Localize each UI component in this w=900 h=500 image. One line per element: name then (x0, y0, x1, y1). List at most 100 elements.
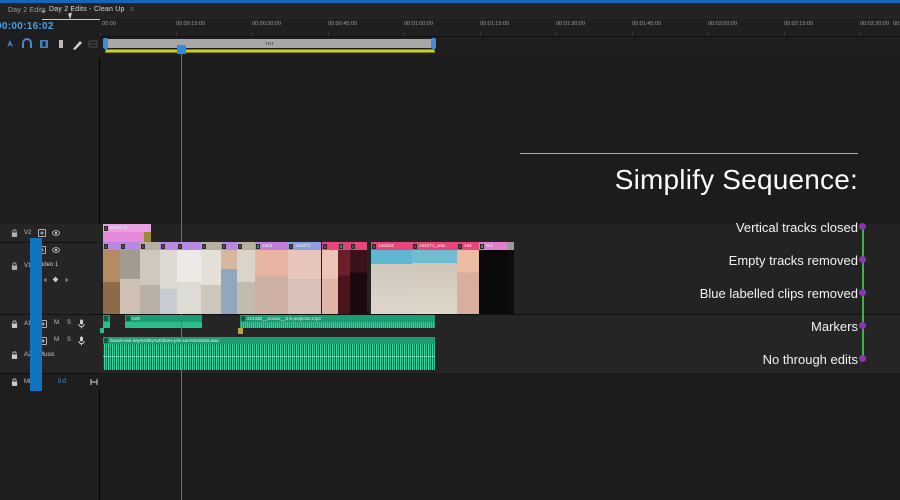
text-overlay: Simplify Sequence: Vertical tracks close… (510, 140, 900, 390)
solo-icon[interactable]: S (67, 320, 71, 326)
ruler-tick-label: 00:01:45:00 (632, 21, 662, 27)
timeline-navigator[interactable] (100, 38, 900, 54)
scrollbar-grip-icon (266, 42, 274, 45)
track-header-v2[interactable]: V2 (0, 224, 100, 242)
clip-label: brand-new-day%20by%20hans-johnson%20s45s… (110, 337, 219, 343)
clip-v1-8[interactable] (237, 242, 255, 314)
playhead-timecode[interactable]: 00:00:16:02 (0, 21, 54, 32)
overlay-item-1: Vertical tracks closed (735, 220, 858, 235)
timeline-zoom-scrollbar[interactable] (105, 39, 435, 48)
overlay-bullet-dot-1 (859, 223, 866, 230)
aclip-a1-kelt[interactable]: Kelt (125, 315, 202, 328)
clip-v1-1[interactable] (103, 242, 120, 314)
lock-icon[interactable] (11, 229, 18, 237)
ruler-tick-label: 00: (893, 21, 900, 27)
voiceover-icon[interactable] (78, 319, 85, 329)
ruler-tick-label: 00:00:30:00 (252, 21, 282, 27)
clip-label: 1663 (262, 243, 273, 248)
ruler-tick-label: 00:00:45:00 (328, 21, 358, 27)
overlay-item-4: Markers (811, 319, 858, 334)
aclip-fragment (100, 328, 104, 333)
tab-active-label: Day 2 Edits - Clean Up (49, 6, 125, 13)
aclip-a2-brandnewday[interactable]: brand-new-day%20by%20hans-johnson%20s45s… (103, 337, 435, 370)
clip-v1-3[interactable] (140, 242, 160, 314)
timeline-marker[interactable] (238, 328, 243, 334)
track-target-indicator-v1[interactable] (30, 238, 42, 316)
selection-tool-icon[interactable] (4, 38, 18, 52)
aclip-a1-1[interactable] (103, 315, 110, 328)
clip-v1-6[interactable] (201, 242, 221, 314)
panel-tab-bar: Day 2 Edits Day 2 Edits - Clean Up ≡ (0, 3, 900, 20)
track-header-a2[interactable]: A2 M S Music (0, 335, 100, 373)
overlay-bullet-dot-5 (859, 355, 866, 362)
premiere-timeline-window: Day 2 Edits Day 2 Edits - Clean Up ≡ 00:… (0, 0, 900, 500)
playhead-handle[interactable] (177, 45, 186, 54)
voiceover-icon[interactable] (78, 336, 85, 346)
track-header-column: V2 V1 Video 1 A1 M S A2 M S Music Mix 0.… (0, 58, 100, 500)
ruler-tick-label: 00:02:30:00 (860, 21, 890, 27)
clip-v1-166371[interactable]: 166371_wav (412, 242, 457, 314)
master-track-header[interactable]: Mix 0.0 (0, 374, 100, 390)
work-area-bar[interactable] (105, 49, 435, 53)
mini-timeline-icon[interactable] (90, 378, 98, 386)
ruler-tick-label: 00:00:15:00 (176, 21, 206, 27)
clip-label: 166 (464, 243, 472, 248)
clip-label: Kelt (132, 315, 140, 321)
clip-v1-13[interactable] (350, 242, 367, 314)
clip-v1-selected[interactable] (177, 242, 201, 314)
eye-icon[interactable] (52, 246, 60, 254)
clip-header: SAND D (103, 224, 151, 232)
eye-icon[interactable] (52, 229, 60, 237)
mute-icon[interactable]: M (54, 337, 59, 343)
ruler-tick-label: 00:01:00:00 (404, 21, 434, 27)
track-target-indicator-a[interactable] (30, 316, 42, 391)
tab-day-2-edits[interactable]: Day 2 Edits (8, 7, 46, 14)
hand-tool-icon[interactable] (87, 38, 101, 52)
lock-icon[interactable] (11, 262, 18, 270)
clip-v1-11[interactable] (322, 242, 338, 314)
razor-tool-icon[interactable] (55, 38, 69, 52)
panel-menu-icon[interactable]: ≡ (130, 7, 134, 13)
clip-v1-last[interactable]: %4 (479, 242, 507, 314)
ruler-tick-label: 00:01:30:00 (556, 21, 586, 27)
zoom-handle-left[interactable] (103, 38, 108, 49)
clip-v1-4[interactable] (160, 242, 177, 314)
sync-lock-icon[interactable] (38, 229, 46, 237)
zoom-handle-right[interactable] (431, 38, 436, 49)
mute-icon[interactable]: M (54, 320, 59, 326)
track-select-tool-icon[interactable] (21, 38, 35, 52)
track-header-v1[interactable]: V1 Video 1 (0, 243, 100, 314)
next-keyframe-icon[interactable] (64, 277, 70, 283)
clip-v1-7[interactable] (221, 242, 237, 314)
lock-icon[interactable] (11, 378, 18, 386)
tab-active-dot-icon (42, 10, 45, 13)
overlay-bullet-dot-4 (859, 322, 866, 329)
ruler-tick-label: 00:02:15:00 (784, 21, 814, 27)
solo-icon[interactable]: S (67, 337, 71, 343)
clip-v1-2[interactable] (120, 242, 140, 314)
ruler-tick-label: 00:02:00:00 (708, 21, 738, 27)
clip-v1-166372[interactable]: 166372 (288, 242, 321, 314)
prev-keyframe-icon[interactable] (42, 277, 48, 283)
pen-tool-icon[interactable] (70, 38, 84, 52)
ruler-tick-label: 00:00 (102, 21, 116, 27)
tab-day-2-edits-clean-up[interactable]: Day 2 Edits - Clean Up ≡ (42, 6, 147, 20)
clip-v1-1663[interactable]: 1663 (255, 242, 288, 314)
ripple-edit-tool-icon[interactable] (38, 38, 52, 52)
overlay-item-2: Empty tracks removed (728, 253, 858, 268)
ruler-tick-label: 00:01:15:00 (480, 21, 510, 27)
clip-v1-166[interactable]: 166 (457, 242, 479, 314)
overlay-item-5: No through edits (762, 352, 858, 367)
clip-v1-166553[interactable]: 166553 (371, 242, 412, 314)
track-header-a1[interactable]: A1 M S (0, 315, 100, 335)
master-level-value[interactable]: 0.0 (58, 379, 66, 385)
aclip-a1-projector[interactable]: 212439__xxxxxx__b-b-projector.mp3 (240, 315, 435, 328)
clip-label: SAND D (110, 225, 128, 230)
lock-icon[interactable] (11, 351, 18, 359)
clip-label: 166371_wav (419, 243, 446, 248)
fx-badge-icon (104, 225, 108, 231)
lock-icon[interactable] (11, 320, 18, 328)
add-keyframe-icon[interactable] (52, 276, 59, 283)
clip-v1-12[interactable] (338, 242, 350, 314)
timeline-ruler[interactable]: 00:00 00:00:15:00 00:00:30:00 00:00:45:0… (100, 19, 900, 37)
